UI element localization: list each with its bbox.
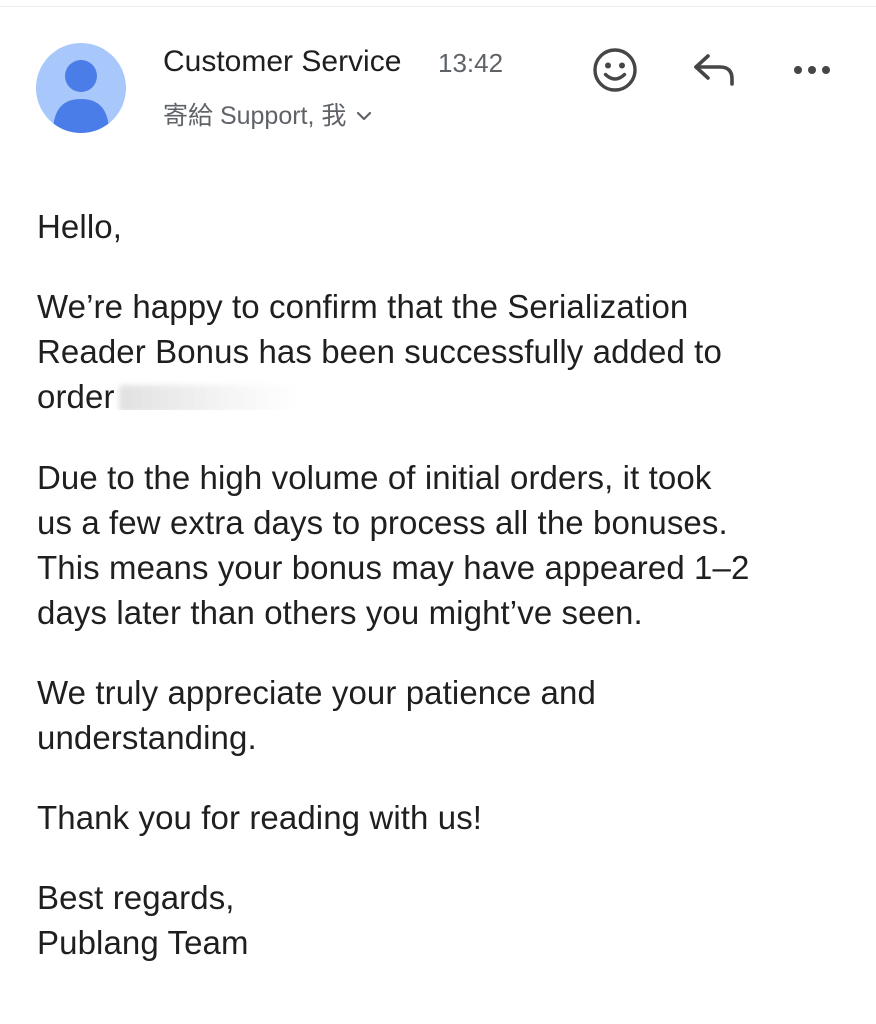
recipients-toggle[interactable]: 寄給 Support, 我 bbox=[163, 99, 372, 133]
paragraph-line: We truly appreciate your patience and bbox=[37, 674, 596, 711]
signature-block: Best regards, Publang Team bbox=[37, 875, 837, 965]
signature: Publang Team bbox=[37, 924, 249, 961]
sender-name[interactable]: Customer Service bbox=[163, 44, 401, 80]
paragraph-thanks: Thank you for reading with us! bbox=[37, 799, 483, 836]
paragraph-line: days later than others you might’ve seen… bbox=[37, 594, 643, 631]
paragraph-appreciation: We truly appreciate your patience and un… bbox=[37, 670, 837, 760]
paragraph-line: Reader Bonus has been successfully added… bbox=[37, 333, 722, 370]
paragraph-line: This means your bonus may have appeared … bbox=[37, 549, 750, 586]
message-body: Hello, We’re happy to confirm that the S… bbox=[37, 204, 837, 965]
order-label: order bbox=[37, 378, 115, 410]
greeting: Hello, bbox=[37, 208, 122, 245]
more-options-button[interactable] bbox=[782, 40, 842, 100]
chevron-down-icon bbox=[356, 111, 372, 121]
paragraph-line: understanding. bbox=[37, 719, 257, 756]
paragraph-delay: Due to the high volume of initial orders… bbox=[37, 455, 837, 635]
more-horizontal-icon bbox=[794, 66, 830, 74]
reply-icon bbox=[694, 54, 734, 86]
smiley-icon bbox=[593, 48, 637, 92]
recipients-label: 寄給 Support, 我 bbox=[163, 102, 347, 130]
paragraph-line: us a few extra days to process all the b… bbox=[37, 504, 728, 541]
paragraph-confirmation: We’re happy to confirm that the Serializ… bbox=[37, 284, 837, 421]
message-time: 13:42 bbox=[438, 48, 504, 78]
signoff: Best regards, bbox=[37, 879, 235, 916]
person-icon bbox=[53, 60, 109, 133]
reply-button[interactable] bbox=[684, 40, 744, 100]
message-header: Customer Service 13:42 寄給 Support, 我 bbox=[0, 0, 876, 150]
redacted-order-number bbox=[118, 385, 299, 410]
sender-avatar[interactable] bbox=[36, 43, 126, 133]
emoji-reaction-button[interactable] bbox=[585, 40, 645, 100]
paragraph-line: We’re happy to confirm that the Serializ… bbox=[37, 288, 689, 325]
paragraph-line: Due to the high volume of initial orders… bbox=[37, 459, 712, 496]
